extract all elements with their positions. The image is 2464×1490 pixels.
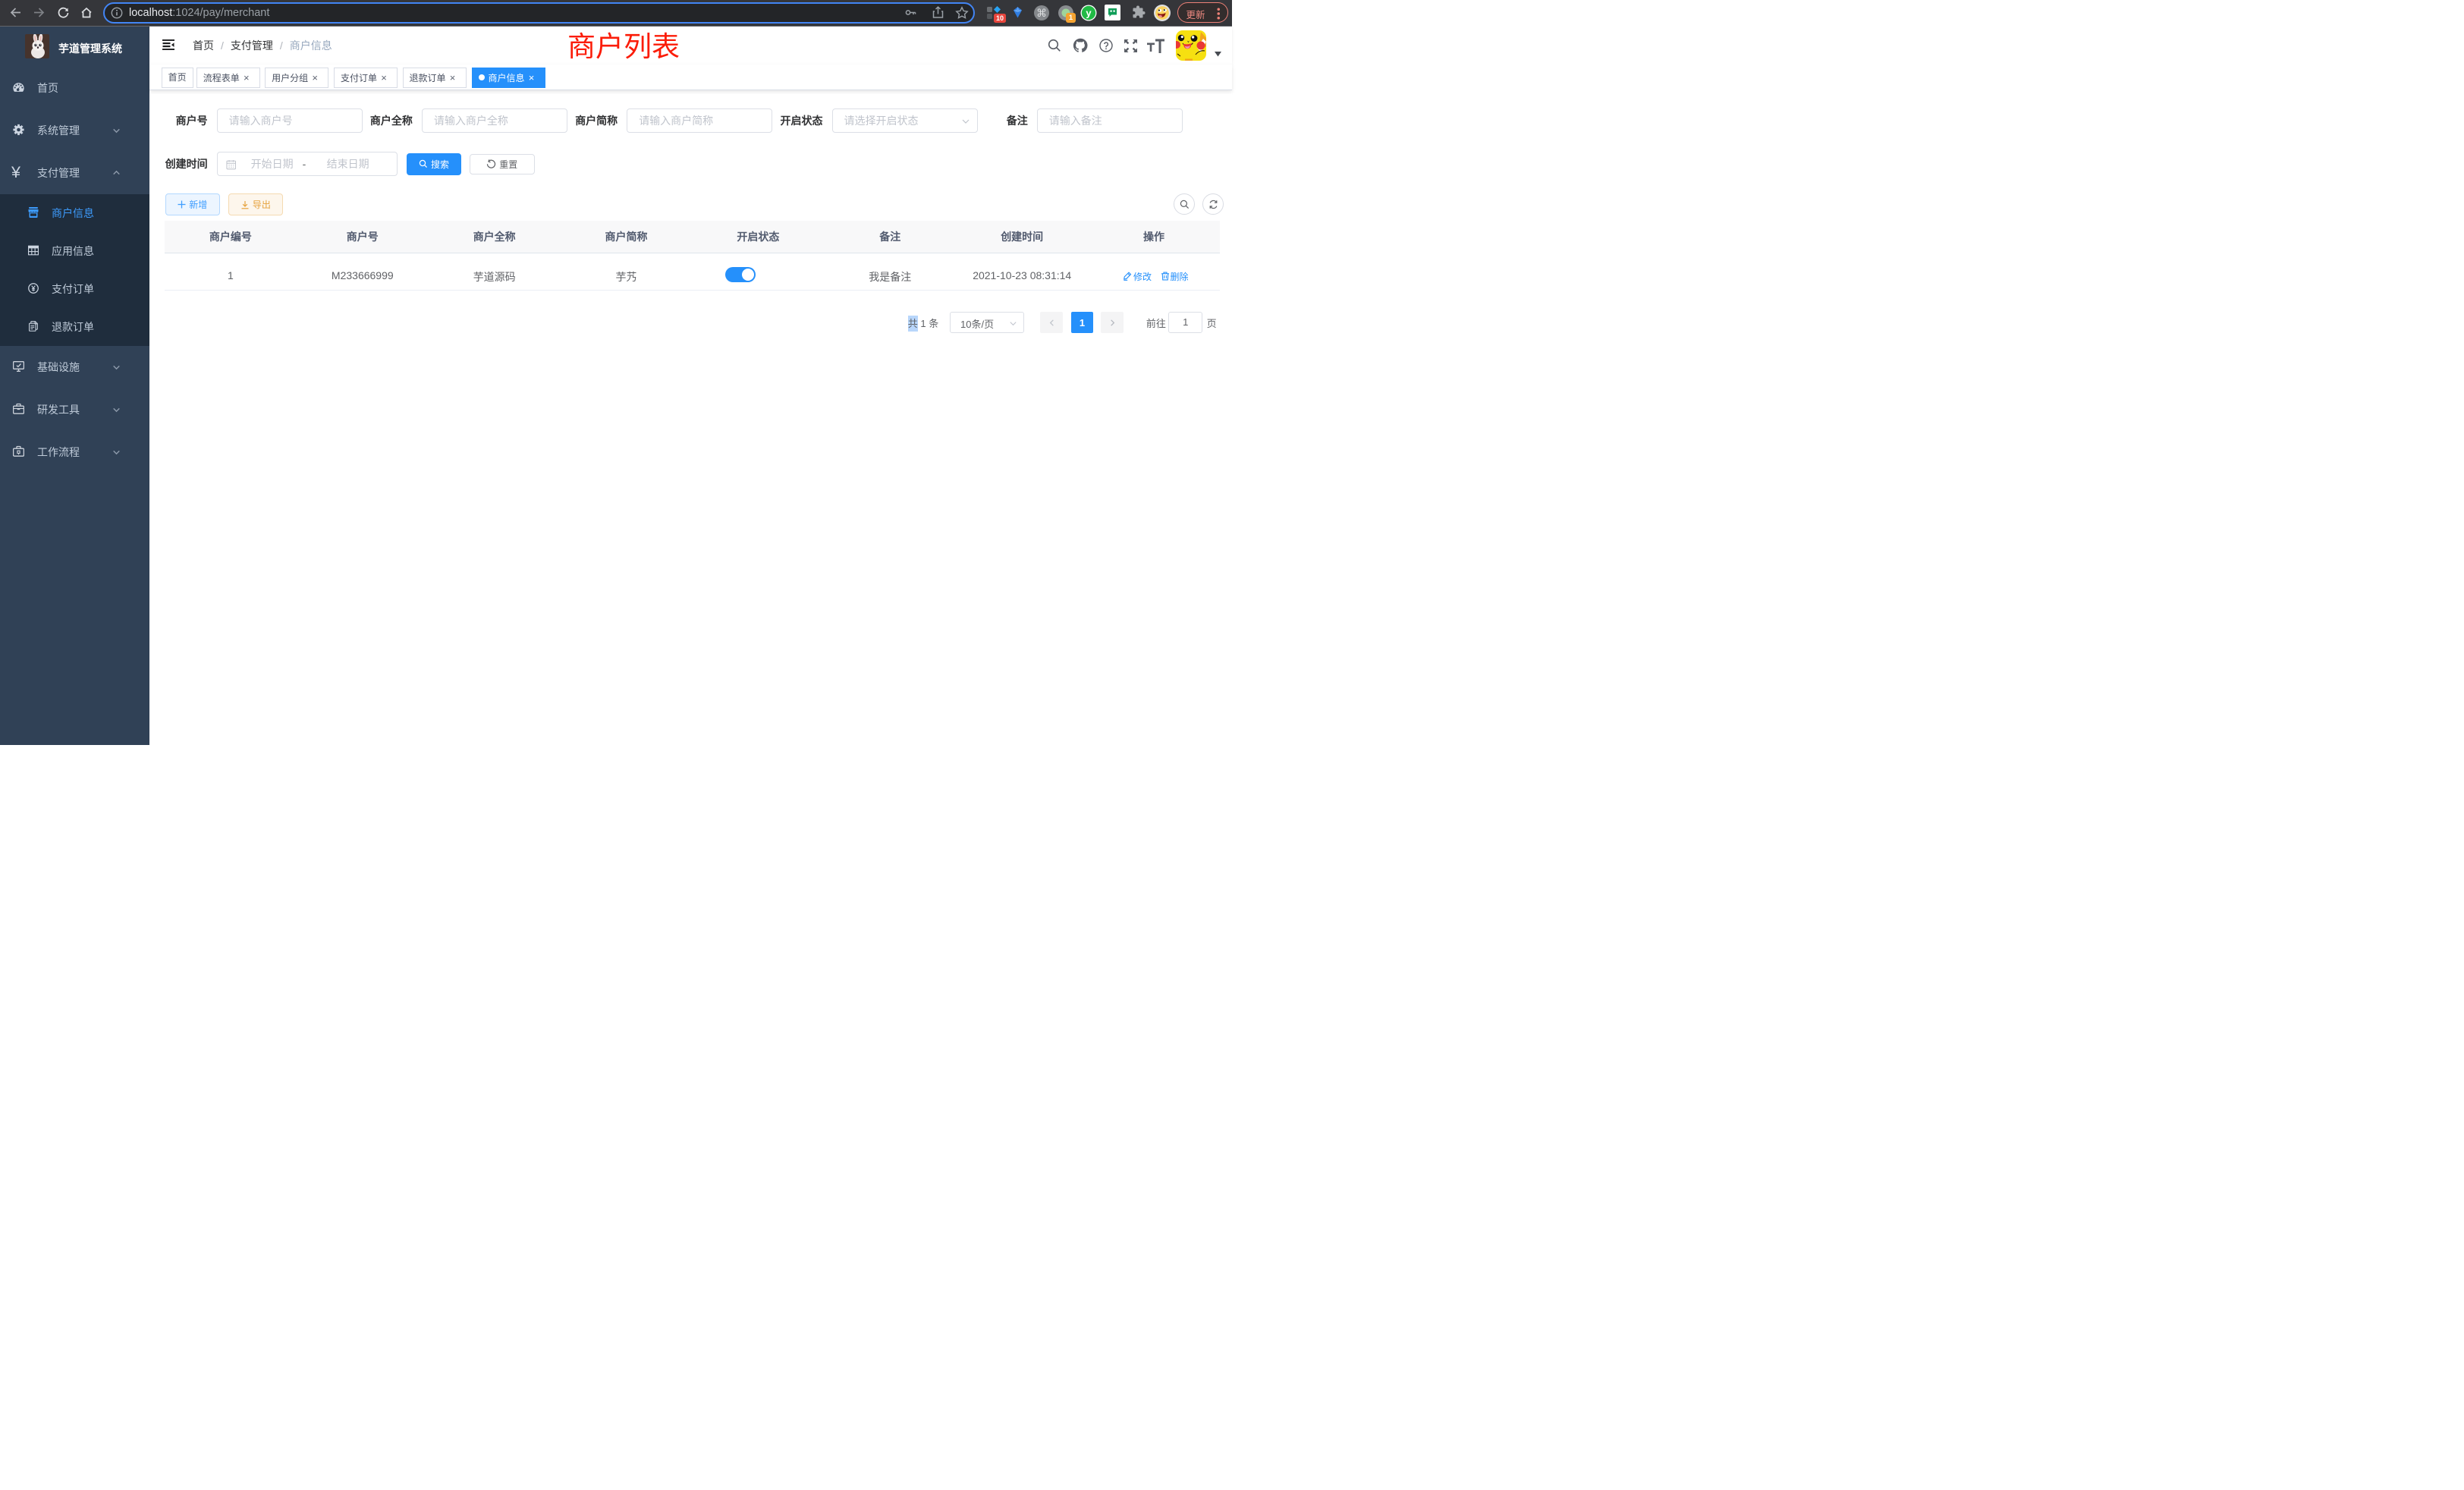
svg-text:y: y xyxy=(1086,7,1092,18)
svg-text:⌘: ⌘ xyxy=(1036,7,1047,19)
